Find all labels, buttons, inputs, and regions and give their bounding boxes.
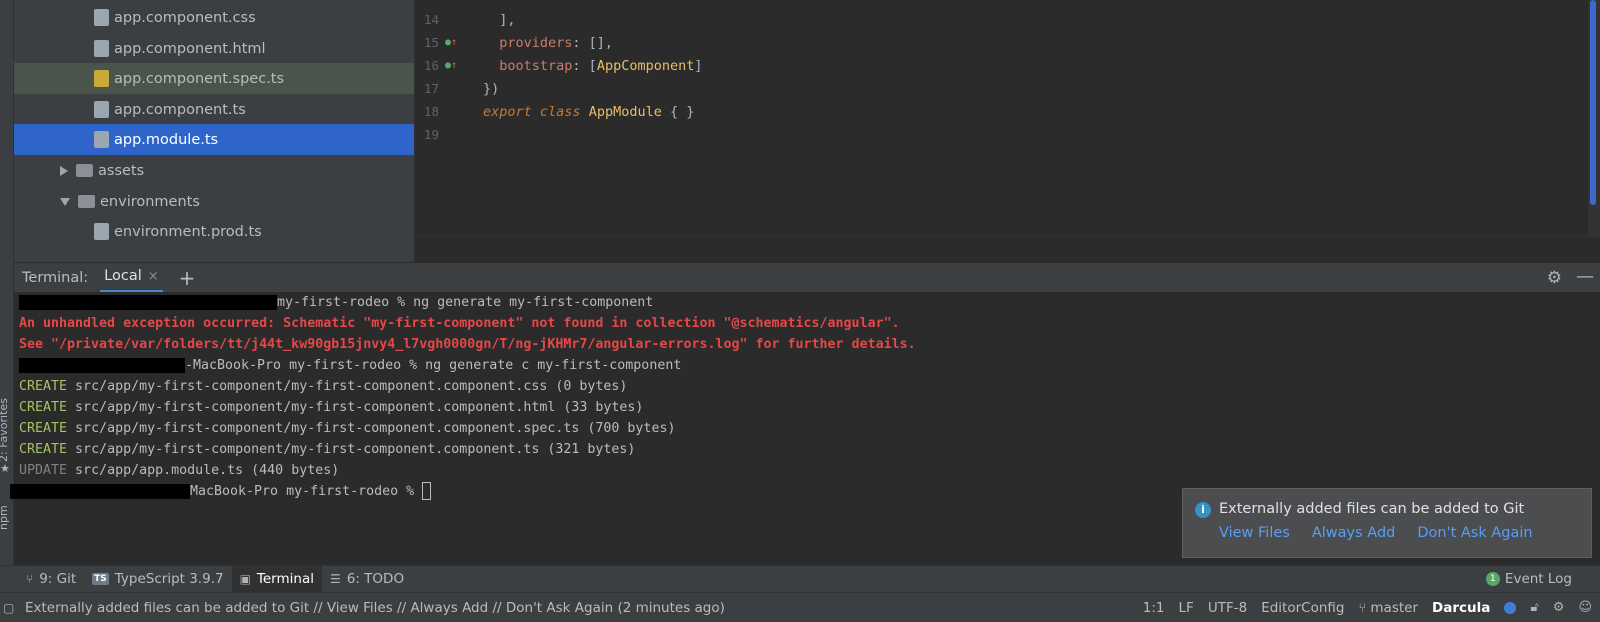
html-file-icon bbox=[94, 40, 109, 57]
typescript-tool-button[interactable]: TS TypeScript 3.9.7 bbox=[84, 566, 231, 593]
git-branch[interactable]: ⑂ master bbox=[1358, 600, 1418, 616]
tree-file[interactable]: environment.prod.ts bbox=[14, 216, 414, 247]
status-indicator-icon bbox=[1504, 601, 1517, 614]
status-bar: ▢ Externally added files can be added to… bbox=[0, 592, 1600, 622]
terminal-line: my-first-rodeo % ng generate my-first-co… bbox=[19, 292, 653, 313]
code-editor[interactable]: 14 ], 15 ●↑ providers: [], 16 ●↑ bootstrap: … bbox=[414, 0, 1600, 262]
terminal-prompt-line: MacBook-Pro my-first-rodeo % bbox=[10, 481, 432, 502]
tool-window-bar: ⑂ 9: Git TS TypeScript 3.9.7 ▣ Terminal ☰ 6:… bbox=[0, 565, 1600, 593]
editor-scrollbar[interactable] bbox=[1590, 0, 1596, 205]
code-text: }) bbox=[483, 80, 500, 97]
editor-horizontal-area bbox=[415, 236, 1600, 262]
tree-item-label: app.component.ts bbox=[114, 101, 246, 118]
npm-tool-button[interactable]: npm bbox=[0, 505, 10, 530]
terminal-label: Terminal: bbox=[22, 269, 89, 286]
line-number: 14 bbox=[423, 12, 439, 27]
project-tree: app.component.css app.component.html app.c… bbox=[14, 0, 414, 262]
branch-icon: ⑂ bbox=[1358, 600, 1371, 616]
code-text: export class AppModule { } bbox=[483, 103, 695, 120]
terminal-cursor bbox=[422, 482, 432, 500]
status-message[interactable]: Externally added files can be added to G… bbox=[25, 600, 725, 616]
line-number: 18 bbox=[423, 104, 439, 119]
tree-file[interactable]: app.component.ts bbox=[14, 94, 414, 125]
terminal-line: CREATE src/app/my-first-component/my-fir… bbox=[19, 379, 628, 394]
line-number: 15 bbox=[423, 35, 439, 50]
terminal-error-line: An unhandled exception occurred: Schemat… bbox=[19, 316, 900, 331]
lock-icon[interactable]: 🔓︎ bbox=[1530, 600, 1538, 615]
todo-tool-button[interactable]: ☰ 6: TODO bbox=[322, 566, 412, 593]
terminal-line: CREATE src/app/my-first-component/my-fir… bbox=[19, 400, 644, 415]
tree-file[interactable]: app.component.spec.ts bbox=[14, 63, 414, 94]
always-add-link[interactable]: Always Add bbox=[1312, 525, 1396, 541]
implemented-marker-icon[interactable]: ●↑ bbox=[445, 60, 457, 71]
tree-item-label: app.module.ts bbox=[114, 131, 219, 148]
terminal-line: CREATE src/app/my-first-component/my-fir… bbox=[19, 421, 676, 436]
star-icon: ★ bbox=[0, 462, 10, 475]
typescript-icon: TS bbox=[92, 573, 109, 585]
terminal-line: UPDATE src/app/app.module.ts (440 bytes) bbox=[19, 463, 340, 478]
tree-file[interactable]: app.component.html bbox=[14, 33, 414, 64]
terminal-line: -MacBook-Pro my-first-rodeo % ng generat… bbox=[19, 355, 681, 376]
editorconfig-status[interactable]: EditorConfig bbox=[1261, 600, 1344, 616]
file-encoding[interactable]: UTF-8 bbox=[1208, 600, 1247, 616]
event-log-button[interactable]: 1 Event Log bbox=[1485, 571, 1572, 587]
terminal-tool-button[interactable]: ▣ Terminal bbox=[231, 565, 322, 593]
dont-ask-again-link[interactable]: Don't Ask Again bbox=[1417, 525, 1532, 541]
tree-folder[interactable]: assets bbox=[14, 155, 414, 186]
list-icon: ☰ bbox=[329, 572, 341, 586]
redacted-block bbox=[10, 483, 190, 499]
chevron-down-icon[interactable] bbox=[60, 197, 70, 206]
layout-icon[interactable]: ▢ bbox=[3, 601, 14, 615]
terminal-icon: ▣ bbox=[239, 572, 251, 586]
theme-switcher[interactable]: Darcula bbox=[1432, 600, 1490, 616]
settings-icon[interactable]: ⚙ bbox=[1553, 600, 1565, 615]
line-separator[interactable]: LF bbox=[1179, 600, 1194, 616]
tree-folder[interactable]: environments bbox=[14, 186, 414, 217]
add-tab-icon[interactable]: + bbox=[179, 268, 196, 288]
view-files-link[interactable]: View Files bbox=[1219, 525, 1290, 541]
line-number: 19 bbox=[423, 127, 439, 142]
implemented-marker-icon[interactable]: ●↑ bbox=[445, 37, 457, 48]
ts-file-icon bbox=[94, 223, 109, 240]
notification-message: Externally added files can be added to G… bbox=[1219, 501, 1525, 517]
ts-file-icon bbox=[94, 131, 109, 148]
folder-icon bbox=[76, 164, 93, 177]
event-count-badge: 1 bbox=[1485, 572, 1500, 586]
minimize-icon[interactable]: — bbox=[1576, 266, 1594, 287]
chevron-right-icon[interactable] bbox=[60, 165, 68, 176]
git-notification: i Externally added files can be added to… bbox=[1182, 488, 1592, 558]
code-text: providers: [], bbox=[499, 34, 614, 51]
info-icon: i bbox=[1195, 502, 1211, 518]
ts-file-icon bbox=[94, 101, 109, 118]
folder-icon bbox=[78, 195, 95, 208]
favorites-tool-button[interactable]: 2: Favorites bbox=[0, 398, 10, 462]
code-text: bootstrap: [AppComponent] bbox=[499, 57, 703, 74]
tree-file[interactable]: app.component.css bbox=[14, 2, 414, 33]
caret-position[interactable]: 1:1 bbox=[1143, 600, 1165, 616]
terminal-header: Terminal: Local × + ⚙ — bbox=[14, 262, 1600, 293]
inspector-icon[interactable]: ☺ bbox=[1578, 600, 1592, 615]
branch-icon: ⑂ bbox=[26, 572, 34, 586]
css-file-icon bbox=[94, 9, 109, 26]
tree-item-label: app.component.spec.ts bbox=[114, 70, 285, 87]
tab-local[interactable]: Local × bbox=[100, 263, 163, 293]
redacted-block bbox=[19, 357, 185, 373]
tree-item-label: app.component.css bbox=[114, 9, 256, 26]
close-icon[interactable]: × bbox=[148, 269, 159, 284]
tree-file[interactable]: app.module.ts bbox=[14, 124, 414, 155]
tree-item-label: app.component.html bbox=[114, 40, 266, 57]
tab-local-label: Local bbox=[104, 268, 142, 284]
code-text: ], bbox=[483, 11, 516, 28]
gear-icon[interactable]: ⚙ bbox=[1547, 268, 1562, 288]
line-number: 17 bbox=[423, 81, 439, 96]
ts-file-icon bbox=[94, 70, 109, 87]
tree-item-label: assets bbox=[98, 162, 145, 179]
tree-item-label: environments bbox=[100, 193, 200, 210]
line-number: 16 bbox=[423, 58, 439, 73]
terminal-error-line: See "/private/var/folders/tt/j44t_kw90gb… bbox=[19, 337, 916, 352]
tree-item-label: environment.prod.ts bbox=[114, 223, 262, 240]
terminal-line: CREATE src/app/my-first-component/my-fir… bbox=[19, 442, 636, 457]
redacted-block bbox=[19, 294, 277, 310]
git-tool-button[interactable]: ⑂ 9: Git bbox=[18, 566, 84, 593]
